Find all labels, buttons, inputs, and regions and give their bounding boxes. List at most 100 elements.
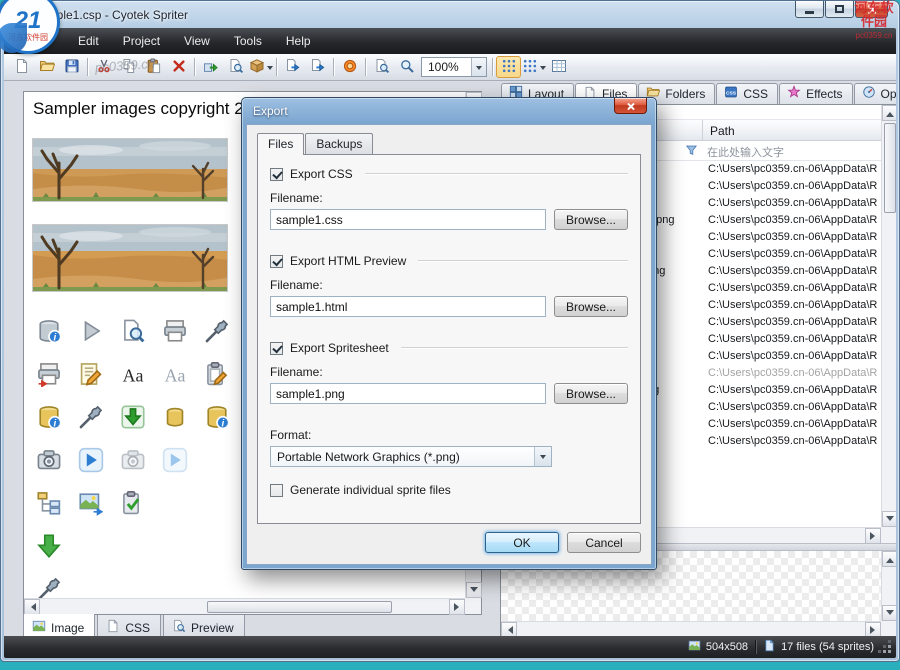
- export-spritesheet-browse-button[interactable]: Browse...: [554, 383, 628, 404]
- tab-preview[interactable]: Preview: [163, 615, 245, 636]
- minimize-button[interactable]: [795, 1, 824, 18]
- menu-project[interactable]: Project: [111, 29, 172, 53]
- ok-button[interactable]: OK: [485, 532, 559, 553]
- zoom-combobox[interactable]: 100%: [421, 57, 487, 77]
- separator-line: [418, 260, 628, 262]
- delete-button[interactable]: [166, 56, 191, 78]
- preview-vertical-scrollbar[interactable]: [881, 551, 896, 621]
- send-to-1-button[interactable]: [280, 56, 305, 78]
- new-document-button[interactable]: [9, 56, 34, 78]
- play-blue-icon[interactable]: [74, 443, 107, 477]
- export-spritesheet-filename-input[interactable]: [270, 383, 546, 404]
- sprite-image-1[interactable]: [32, 138, 228, 202]
- export-html-filename-input[interactable]: [270, 296, 546, 317]
- scrollbar-thumb[interactable]: [207, 601, 392, 613]
- export-css-filename-input[interactable]: [270, 209, 546, 230]
- canvas-horizontal-scrollbar[interactable]: [24, 598, 465, 614]
- preview-document-button[interactable]: [223, 56, 248, 78]
- resize-grip[interactable]: [888, 650, 891, 653]
- view-tabs: ImageCSSPreview: [23, 615, 247, 636]
- export-css-checkbox[interactable]: [270, 168, 283, 181]
- dialog-body: FilesBackups Export CSSFilename:Browse..…: [246, 124, 652, 565]
- grid-options-button[interactable]: [521, 56, 546, 78]
- scroll-right-button[interactable]: [865, 622, 881, 636]
- cyl-yellow-sm-icon[interactable]: [158, 400, 191, 434]
- zoom-fit-button[interactable]: [369, 56, 394, 78]
- tree-view-icon[interactable]: [32, 486, 65, 520]
- play-light-icon[interactable]: [158, 443, 191, 477]
- printer-red-icon[interactable]: [32, 357, 65, 391]
- preview-horizontal-scrollbar[interactable]: [501, 621, 881, 636]
- camera-icon[interactable]: [32, 443, 65, 477]
- scroll-up-button[interactable]: [882, 105, 896, 121]
- arrow-down-green-icon[interactable]: [32, 529, 65, 563]
- menu-view[interactable]: View: [172, 29, 222, 53]
- tab-css[interactable]: CSS: [97, 615, 161, 636]
- export-css-browse-button[interactable]: Browse...: [554, 209, 628, 230]
- menu-tools[interactable]: Tools: [222, 29, 274, 53]
- cyl-yellow-icon[interactable]: i: [200, 400, 233, 434]
- scroll-up-button[interactable]: [882, 551, 896, 567]
- eyedropper-icon[interactable]: [74, 400, 107, 434]
- package-button[interactable]: [248, 56, 273, 78]
- scrollbar-thumb[interactable]: [884, 123, 896, 213]
- send-to-2-button[interactable]: [305, 56, 330, 78]
- open-project-icon: [39, 58, 55, 77]
- cyl-gray-icon[interactable]: i: [32, 314, 65, 348]
- record-target-button[interactable]: [337, 56, 362, 78]
- image-export-icon[interactable]: [74, 486, 107, 520]
- tab-optimize[interactable]: Optimize: [854, 83, 896, 104]
- table-view-button[interactable]: [546, 56, 571, 78]
- export-button[interactable]: [198, 56, 223, 78]
- scroll-left-button[interactable]: [24, 599, 40, 615]
- save-project-button[interactable]: [59, 56, 84, 78]
- path-column-header[interactable]: Path: [703, 120, 881, 140]
- scroll-down-button[interactable]: [882, 511, 896, 527]
- clip-pen-icon[interactable]: [200, 357, 233, 391]
- cyl-yellow-icon[interactable]: i: [32, 400, 65, 434]
- tab-css[interactable]: CSSCSS: [716, 83, 778, 104]
- camera-light-icon[interactable]: [116, 443, 149, 477]
- export-html-checkbox[interactable]: [270, 255, 283, 268]
- menu-help[interactable]: Help: [274, 29, 323, 53]
- filter-icon[interactable]: [685, 144, 698, 160]
- scroll-down-button[interactable]: [466, 582, 482, 598]
- list-vertical-scrollbar[interactable]: [881, 105, 896, 527]
- dialog-close-button[interactable]: [614, 98, 647, 114]
- scroll-right-button[interactable]: [449, 599, 465, 615]
- dialog-tab-files[interactable]: Files: [257, 133, 304, 155]
- tab-label: Folders: [665, 87, 705, 101]
- eyedropper-icon[interactable]: [32, 572, 65, 598]
- printer-icon[interactable]: [158, 314, 191, 348]
- scroll-down-button[interactable]: [882, 605, 896, 621]
- scroll-left-button[interactable]: [501, 622, 517, 636]
- note-edit-icon[interactable]: [74, 357, 107, 391]
- tab-effects[interactable]: Effects: [779, 83, 852, 104]
- chevron-down-icon[interactable]: [534, 447, 551, 466]
- play-gray-icon[interactable]: [74, 314, 107, 348]
- export-spritesheet-checkbox[interactable]: [270, 342, 283, 355]
- menu-edit[interactable]: Edit: [66, 29, 111, 53]
- eyedropper-icon[interactable]: [200, 314, 233, 348]
- sprite-image-2[interactable]: [32, 224, 228, 292]
- tab-image[interactable]: Image: [23, 614, 95, 636]
- chevron-down-icon[interactable]: [471, 58, 486, 76]
- magnifier-page-icon[interactable]: [116, 314, 149, 348]
- title-bar[interactable]: sample1.csp - Cyotek Spriter: [4, 1, 896, 28]
- open-project-button[interactable]: [34, 56, 59, 78]
- cancel-button[interactable]: Cancel: [567, 532, 641, 553]
- grid-toggle-button[interactable]: [496, 56, 521, 78]
- scroll-right-button[interactable]: [865, 528, 881, 544]
- format-select[interactable]: Portable Network Graphics (*.png): [270, 446, 552, 467]
- export-html-browse-button[interactable]: Browse...: [554, 296, 628, 317]
- generate-individual-checkbox[interactable]: [270, 484, 283, 497]
- dialog-tab-backups[interactable]: Backups: [305, 133, 373, 154]
- font-light-icon[interactable]: Aa: [158, 357, 191, 391]
- download-green-icon[interactable]: [116, 400, 149, 434]
- clip-check-icon[interactable]: [116, 486, 149, 520]
- zoom-tool-button[interactable]: [394, 56, 419, 78]
- file-path: C:\Users\pc0359.cn-06\AppData\R: [703, 365, 881, 382]
- zoom-value: 100%: [422, 60, 471, 74]
- font-dark-icon[interactable]: Aa: [116, 357, 149, 391]
- css-tab-icon: [106, 619, 120, 636]
